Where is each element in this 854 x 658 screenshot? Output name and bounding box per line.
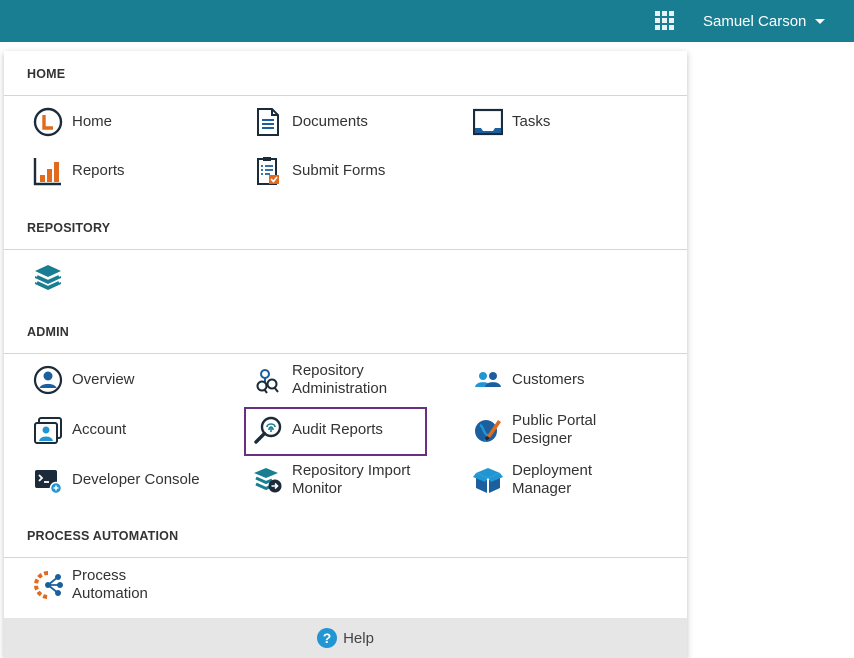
divider bbox=[4, 95, 687, 96]
process-automation-icon bbox=[32, 569, 64, 601]
import-monitor-icon bbox=[252, 464, 284, 496]
menu-item-label: Process Automation bbox=[72, 567, 148, 602]
menu-item-label: Deployment Manager bbox=[512, 462, 593, 497]
apps-menu-panel: HOME Home Documents Tasks Reports Submit… bbox=[4, 51, 687, 658]
menu-item-tasks[interactable]: Tasks bbox=[472, 102, 662, 142]
menu-item-label: Overview bbox=[72, 371, 135, 388]
menu-item-developer-console[interactable]: Developer Console bbox=[32, 460, 222, 500]
documents-icon bbox=[252, 106, 284, 138]
customers-icon bbox=[472, 364, 504, 396]
submit-forms-icon bbox=[252, 155, 284, 187]
section-title-repository: REPOSITORY bbox=[27, 221, 111, 235]
apps-grid-icon[interactable] bbox=[655, 11, 675, 31]
menu-item-label: Repository Import Monitor bbox=[292, 462, 411, 497]
menu-item-label: Public Portal Designer bbox=[512, 412, 597, 447]
menu-item-documents[interactable]: Documents bbox=[252, 102, 442, 142]
selection-highlight bbox=[244, 407, 427, 456]
menu-item-label: Submit Forms bbox=[292, 162, 386, 179]
menu-item-overview[interactable]: Overview bbox=[32, 360, 222, 400]
menu-item-reports[interactable]: Reports bbox=[32, 151, 222, 191]
overview-icon bbox=[32, 364, 64, 396]
menu-item-label: Home bbox=[72, 113, 113, 130]
caret-down-icon bbox=[815, 18, 826, 24]
menu-item-label: Documents bbox=[292, 113, 368, 130]
menu-item-deployment-manager[interactable]: Deployment Manager bbox=[472, 460, 662, 500]
menu-item-label: Customers bbox=[512, 371, 585, 388]
menu-item-public-portal-designer[interactable]: Public Portal Designer bbox=[472, 410, 662, 450]
menu-item-submit-forms[interactable]: Submit Forms bbox=[252, 151, 442, 191]
menu-item-label: Developer Console bbox=[72, 471, 200, 488]
help-icon: ? bbox=[317, 628, 338, 648]
repository-layers-icon bbox=[32, 261, 64, 293]
menu-item-repository-administration[interactable]: Repository Administration bbox=[252, 360, 442, 400]
help-label: Help bbox=[343, 629, 374, 647]
menu-item-label: Tasks bbox=[512, 113, 551, 130]
user-menu[interactable]: Samuel Carson bbox=[703, 0, 826, 42]
divider bbox=[4, 249, 687, 250]
section-title-process-automation: PROCESS AUTOMATION bbox=[27, 529, 179, 543]
menu-item-label: Reports bbox=[72, 162, 125, 179]
section-title-admin: ADMIN bbox=[27, 325, 69, 339]
help-button[interactable]: ? Help bbox=[4, 618, 687, 658]
divider bbox=[4, 353, 687, 354]
divider bbox=[4, 557, 687, 558]
deployment-manager-icon bbox=[472, 464, 504, 496]
developer-console-icon bbox=[32, 464, 64, 496]
home-icon bbox=[32, 106, 64, 138]
repository-admin-icon bbox=[252, 364, 284, 396]
tasks-icon bbox=[472, 106, 504, 138]
menu-item-home[interactable]: Home bbox=[32, 102, 222, 142]
menu-item-label: Account bbox=[72, 421, 127, 438]
menu-item-process-automation[interactable]: Process Automation bbox=[32, 565, 222, 605]
menu-item-account[interactable]: Account bbox=[32, 410, 222, 450]
menu-item-customers[interactable]: Customers bbox=[472, 360, 662, 400]
public-portal-icon bbox=[472, 414, 504, 446]
section-title-home: HOME bbox=[27, 67, 66, 81]
menu-item-repository[interactable] bbox=[32, 257, 222, 297]
user-name: Samuel Carson bbox=[703, 12, 807, 30]
top-bar: Samuel Carson bbox=[0, 0, 854, 42]
reports-icon bbox=[32, 155, 64, 187]
menu-item-repository-import-monitor[interactable]: Repository Import Monitor bbox=[252, 460, 442, 500]
account-icon bbox=[32, 414, 64, 446]
menu-item-label: Repository Administration bbox=[292, 362, 388, 397]
